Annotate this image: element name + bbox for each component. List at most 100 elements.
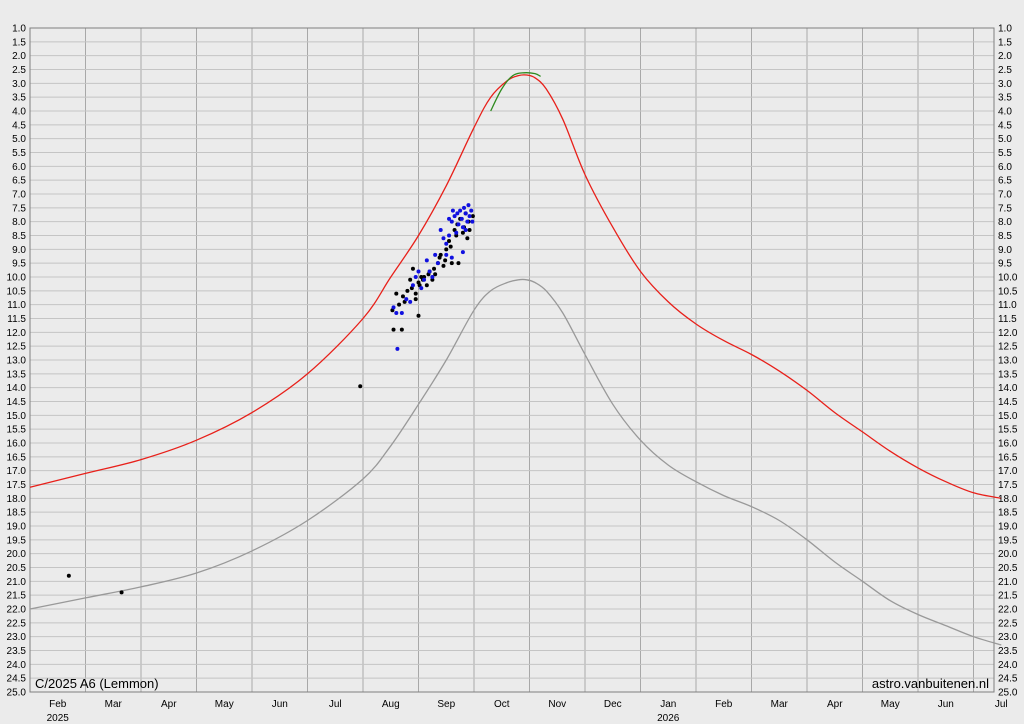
x-tick-label: Jun — [272, 699, 288, 710]
y-tick-label: 20.5 — [7, 563, 27, 574]
y-tick-label: 22.0 — [998, 605, 1018, 616]
y-tick-label: 25.0 — [998, 688, 1018, 699]
y-tick-label: 11.5 — [998, 314, 1017, 325]
observation-point — [470, 219, 475, 224]
y-tick-label: 19.5 — [998, 535, 1018, 546]
observation-point — [416, 313, 421, 318]
x-tick-label: Sep — [437, 699, 455, 710]
y-tick-label: 3.5 — [998, 93, 1012, 104]
y-tick-label: 21.5 — [998, 591, 1018, 602]
y-tick-label: 23.5 — [7, 646, 27, 657]
y-tick-label: 4.0 — [12, 107, 26, 118]
observation-point — [427, 269, 432, 274]
y-tick-label: 13.5 — [7, 369, 27, 380]
y-tick-label: 4.5 — [998, 120, 1012, 131]
y-tick-label: 3.5 — [12, 93, 26, 104]
y-tick-label: 16.0 — [998, 439, 1018, 450]
observation-point — [408, 299, 413, 304]
observation-point — [404, 297, 409, 302]
y-tick-label: 8.0 — [12, 217, 26, 228]
y-tick-label: 17.5 — [7, 480, 27, 491]
y-tick-label: 1.5 — [12, 37, 26, 48]
y-tick-label: 20.0 — [7, 549, 27, 560]
observation-point — [391, 305, 396, 310]
y-tick-label: 9.5 — [998, 259, 1012, 270]
x-tick-label: May — [881, 699, 900, 710]
y-tick-label: 7.0 — [998, 190, 1012, 201]
x-tick-label: Nov — [548, 699, 566, 710]
y-tick-label: 4.5 — [12, 120, 26, 131]
observation-point — [394, 291, 399, 296]
observation-point — [422, 277, 427, 282]
observation-point — [397, 302, 402, 307]
observation-point — [435, 261, 440, 266]
y-tick-label: 24.5 — [998, 674, 1018, 685]
y-tick-label: 13.5 — [998, 369, 1018, 380]
x-tick-label: Mar — [105, 699, 123, 710]
observation-point — [405, 288, 410, 293]
observation-point — [458, 208, 463, 213]
observation-point — [358, 384, 363, 389]
y-tick-label: 24.5 — [7, 674, 27, 685]
y-tick-label: 11.0 — [7, 300, 26, 311]
y-tick-label: 16.5 — [998, 452, 1018, 463]
x-year-label: 2025 — [47, 713, 70, 724]
x-tick-label: Feb — [715, 699, 733, 710]
comet-lightcurve-chart: 1.0 1.5 2.0 2.5 3.0 3.5 4.0 4.5 5.0 5.5 6.0 6.5 7.0 7… — [0, 0, 1024, 724]
observation-point — [466, 203, 471, 208]
observation-point — [444, 247, 449, 252]
x-tick-label: Apr — [161, 699, 177, 710]
y-tick-label: 13.0 — [998, 356, 1018, 367]
y-tick-label: 25.0 — [7, 688, 27, 699]
observation-point — [394, 310, 399, 315]
y-tick-label: 3.0 — [12, 79, 26, 90]
observation-point — [119, 590, 124, 595]
observation-point — [443, 258, 448, 263]
y-tick-label: 10.5 — [998, 286, 1018, 297]
x-tick-label: Jul — [329, 699, 342, 710]
observation-point — [416, 269, 421, 274]
y-tick-label: 19.0 — [7, 522, 27, 533]
observation-point — [413, 275, 418, 279]
observation-point — [447, 216, 452, 221]
observation-point — [410, 266, 415, 271]
observation-point — [391, 327, 396, 332]
y-tick-label: 11.0 — [998, 300, 1017, 311]
y-tick-label: 18.5 — [7, 508, 27, 519]
x-tick-label: May — [215, 699, 234, 710]
y-tick-label: 12.5 — [7, 342, 27, 353]
y-tick-label: 6.0 — [998, 162, 1012, 173]
observation-point — [441, 236, 446, 241]
y-tick-label: 9.0 — [12, 245, 26, 256]
y-tick-label: 5.0 — [12, 134, 26, 145]
y-tick-label: 12.0 — [7, 328, 27, 339]
observation-point — [447, 233, 452, 238]
observation-point — [467, 227, 472, 232]
y-tick-label: 2.0 — [12, 51, 26, 62]
y-tick-label: 16.5 — [7, 452, 27, 463]
plot-background — [0, 0, 1024, 724]
observation-point — [450, 208, 455, 213]
y-tick-label: 15.0 — [998, 411, 1018, 422]
observation-point — [459, 216, 464, 221]
x-tick-label: Apr — [827, 699, 843, 710]
x-tick-label: Oct — [494, 699, 510, 710]
y-tick-label: 19.5 — [7, 535, 27, 546]
y-tick-label: 14.0 — [7, 383, 27, 394]
y-tick-label: 6.5 — [12, 176, 26, 187]
y-tick-label: 5.0 — [998, 134, 1012, 145]
observation-point — [460, 250, 465, 255]
observation-point — [413, 297, 418, 302]
observation-point — [66, 573, 71, 578]
y-tick-label: 20.5 — [998, 563, 1018, 574]
observation-point — [424, 283, 429, 288]
y-tick-label: 15.0 — [7, 411, 27, 422]
observation-point — [456, 261, 461, 266]
observation-point — [454, 230, 459, 235]
y-tick-label: 6.0 — [12, 162, 26, 173]
observation-point — [463, 211, 468, 216]
y-tick-label: 21.0 — [998, 577, 1018, 588]
observation-point — [419, 286, 424, 291]
observation-point — [469, 208, 474, 213]
observation-point — [395, 346, 400, 351]
